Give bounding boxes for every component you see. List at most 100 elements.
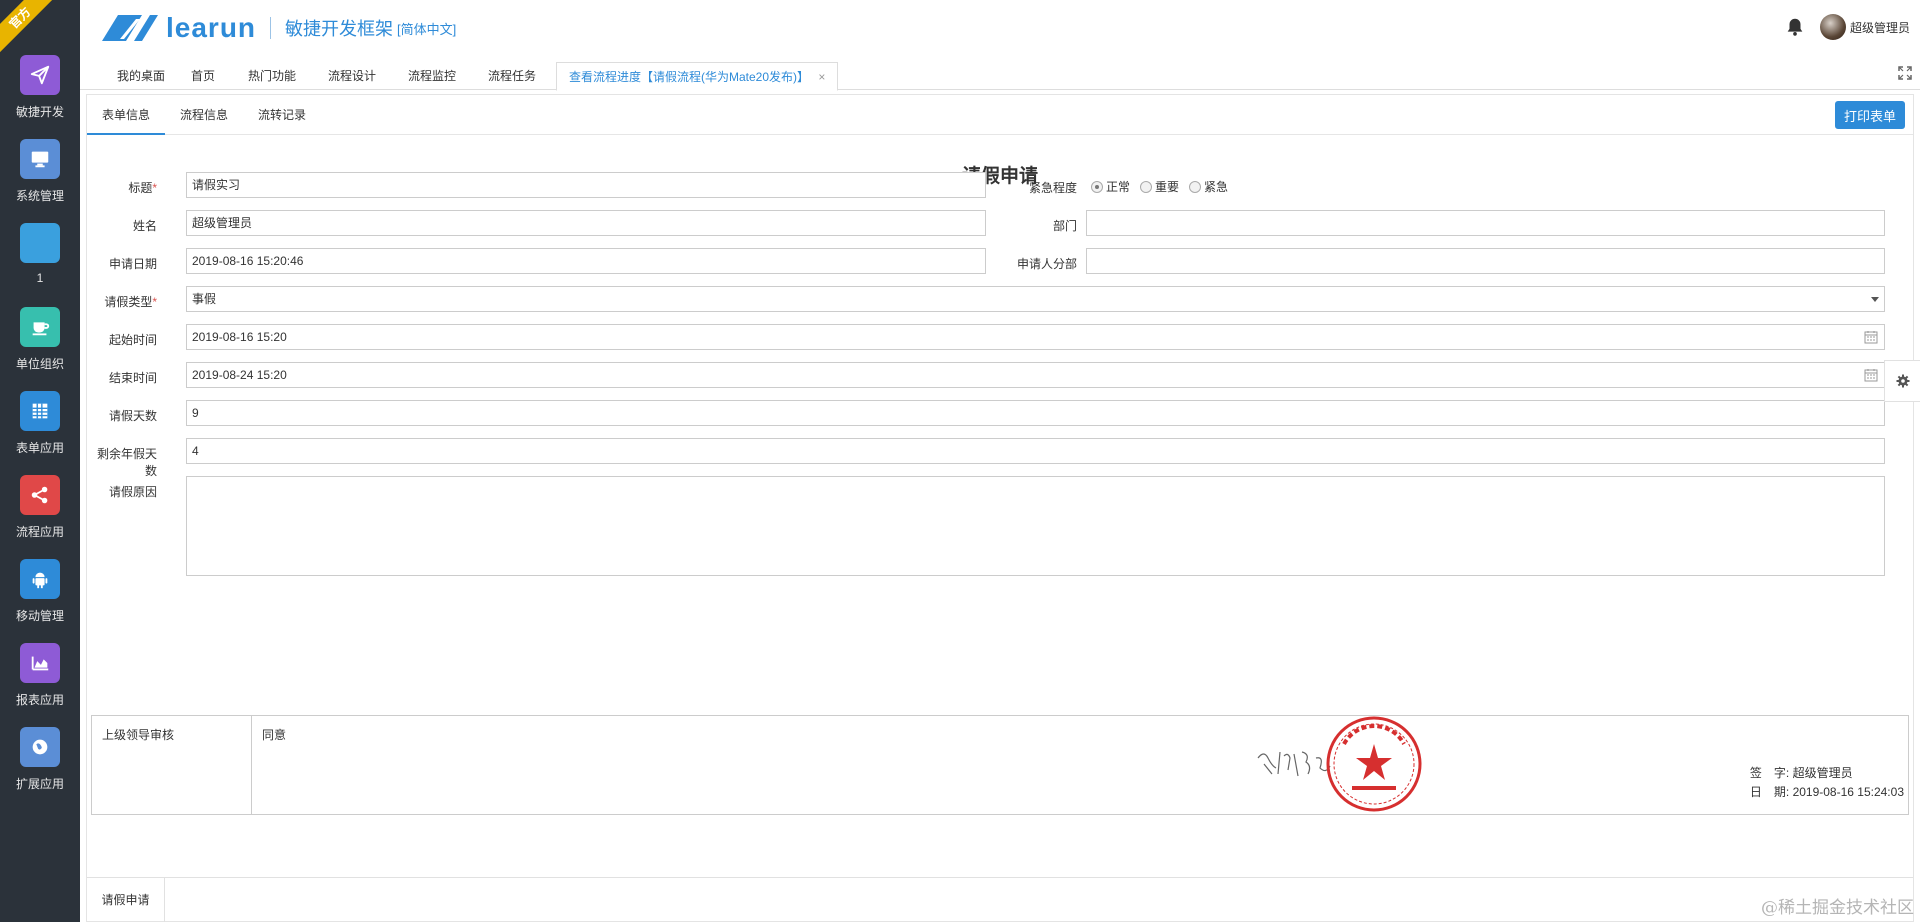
start-time-label: 起始时间: [108, 333, 157, 347]
end-time-label: 结束时间: [108, 371, 157, 385]
coffee-icon: [20, 307, 60, 347]
urgency-label: 紧急程度: [1028, 181, 1077, 195]
logo-mark-icon: [102, 15, 158, 41]
applicant-dept-input[interactable]: [1086, 248, 1885, 274]
sidebar-item-label: 1: [36, 271, 44, 285]
apply-date-input[interactable]: 2019-08-16 15:20:46: [186, 248, 986, 274]
sidebar: 官方 敏捷开发 系统管理 1 单位组织 表单应用 流程应用 移动管理 报表应用 …: [0, 0, 80, 922]
sidebar-item-org[interactable]: 单位组织: [0, 307, 80, 391]
tab-workflow-design[interactable]: 流程设计: [316, 62, 388, 90]
subtab-flow-info[interactable]: 流程信息: [165, 95, 243, 135]
leave-days-input[interactable]: 9: [186, 400, 1885, 426]
remaining-days-input[interactable]: 4: [186, 438, 1885, 464]
sign-date-row: 日 期: 2019-08-16 15:24:03: [1750, 783, 1904, 802]
urgency-radio-normal[interactable]: [1091, 180, 1103, 193]
bottom-tab-bar: 请假申请: [87, 877, 1913, 922]
tab-hot-functions[interactable]: 热门功能: [236, 62, 308, 90]
signer-label: 签 字:: [1749, 766, 1790, 780]
sidebar-item-label: 表单应用: [15, 441, 64, 455]
title-label-text: 标题: [128, 181, 153, 195]
tab-workflow-tasks[interactable]: 流程任务: [476, 62, 548, 90]
tab-view-progress[interactable]: 查看流程进度【请假流程(华为Mate20发布)】 ×: [556, 62, 839, 91]
sign-date-value: 2019-08-16 15:24:03: [1792, 785, 1904, 799]
settings-panel-toggle[interactable]: [1884, 360, 1920, 402]
urgency-radio-urgent[interactable]: [1189, 180, 1202, 193]
remaining-days-label: 剩余年假天数: [96, 447, 157, 478]
sidebar-item-1[interactable]: 1: [0, 223, 80, 307]
signature-meta: 签 字: 超级管理员 日 期: 2019-08-16 15:24:03: [1750, 764, 1904, 802]
table-icon: [20, 391, 60, 431]
header: learun 敏捷开发框架 [简体中文] 超级管理员: [80, 0, 1920, 58]
paper-plane-icon: [20, 55, 60, 95]
start-time-input[interactable]: 2019-08-16 15:20: [186, 324, 1885, 350]
urgency-radio-important[interactable]: [1140, 180, 1153, 193]
company-seal: [1326, 716, 1422, 812]
header-user-area: 超级管理员: [1784, 14, 1910, 40]
subtab-flow-records[interactable]: 流转记录: [243, 95, 321, 135]
sidebar-item-agile-dev[interactable]: 敏捷开发: [0, 55, 80, 139]
end-time-input[interactable]: 2019-08-24 15:20: [186, 362, 1885, 388]
official-ribbon: 官方: [0, 0, 56, 54]
share-icon: [20, 475, 60, 515]
name-input[interactable]: 超级管理员: [186, 210, 986, 236]
required-asterisk: *: [152, 181, 157, 195]
sidebar-item-label: 报表应用: [15, 693, 64, 707]
title-input[interactable]: 请假实习: [186, 172, 986, 198]
calendar-icon[interactable]: [1864, 330, 1878, 344]
sidebar-item-label: 系统管理: [15, 189, 64, 203]
close-icon[interactable]: ×: [818, 70, 825, 84]
logo-divider: [270, 17, 272, 39]
signer-row: 签 字: 超级管理员: [1750, 764, 1904, 783]
logo-text: learun: [166, 12, 257, 43]
department-input[interactable]: [1086, 210, 1885, 236]
approval-opinion: 同意: [262, 728, 287, 742]
calendar-icon[interactable]: [1864, 368, 1878, 382]
sidebar-item-label: 敏捷开发: [15, 105, 64, 119]
tab-view-progress-label: 查看流程进度【请假流程(华为Mate20发布)】: [569, 70, 810, 84]
approval-section: 上级领导审核 同意 签 字: 超级管理员 日 期: 2019-08-16 15:…: [91, 715, 1909, 815]
sidebar-item-system[interactable]: 系统管理: [0, 139, 80, 223]
globe-icon: [20, 727, 60, 767]
leave-type-label: 请假类型*: [87, 293, 157, 310]
main-content: 表单信息 流程信息 流转记录 打印表单 请假申请 标题* 请假实习 紧急程度 正…: [86, 94, 1914, 922]
logo[interactable]: learun 敏捷开发框架 [简体中文]: [100, 12, 456, 44]
bottom-tab-leave-request[interactable]: 请假申请: [87, 878, 165, 922]
sidebar-item-mobile[interactable]: 移动管理: [0, 559, 80, 643]
print-form-button[interactable]: 打印表单: [1835, 101, 1905, 129]
department-label: 部门: [1052, 219, 1077, 233]
language-switch[interactable]: [简体中文]: [397, 19, 456, 38]
bell-icon[interactable]: [1784, 16, 1806, 38]
sidebar-item-extensions[interactable]: 扩展应用: [0, 727, 80, 811]
sidebar-item-workflow[interactable]: 流程应用: [0, 475, 80, 559]
avatar[interactable]: [1819, 14, 1846, 40]
approval-label: 上级领导审核: [92, 716, 252, 814]
tab-workflow-monitor[interactable]: 流程监控: [396, 62, 468, 90]
signer-name: 超级管理员: [1792, 766, 1853, 780]
sidebar-item-forms[interactable]: 表单应用: [0, 391, 80, 475]
urgency-option-label: 正常: [1106, 180, 1131, 194]
reason-textarea[interactable]: [186, 476, 1885, 576]
fullscreen-icon[interactable]: [1898, 66, 1912, 80]
apply-date-label: 申请日期: [108, 257, 157, 271]
name-label: 姓名: [132, 219, 157, 233]
leave-type-select[interactable]: 事假: [186, 286, 1885, 312]
sub-tab-bar: 表单信息 流程信息 流转记录 打印表单: [87, 95, 1913, 135]
sidebar-item-label: 流程应用: [15, 525, 64, 539]
user-name[interactable]: 超级管理员: [1850, 19, 1910, 36]
area-chart-icon: [20, 643, 60, 683]
subtab-form-info[interactable]: 表单信息: [87, 95, 166, 135]
tab-home[interactable]: 首页: [179, 62, 227, 90]
leave-days-label: 请假天数: [108, 409, 157, 423]
sidebar-item-label: 扩展应用: [15, 777, 64, 791]
android-icon: [20, 559, 60, 599]
urgency-radio-group: 正常 重要 紧急: [1091, 178, 1238, 195]
app-subtitle: 敏捷开发框架: [285, 19, 394, 39]
sidebar-item-label: 移动管理: [15, 609, 64, 623]
chevron-down-icon[interactable]: [1871, 297, 1879, 302]
sidebar-item-reports[interactable]: 报表应用: [0, 643, 80, 727]
applicant-dept-label: 申请人分部: [1016, 257, 1077, 271]
handwritten-signature: [1257, 751, 1331, 777]
urgency-option-label: 紧急: [1204, 180, 1229, 194]
reason-label: 请假原因: [108, 485, 157, 499]
tab-my-desktop[interactable]: 我的桌面: [105, 62, 177, 90]
